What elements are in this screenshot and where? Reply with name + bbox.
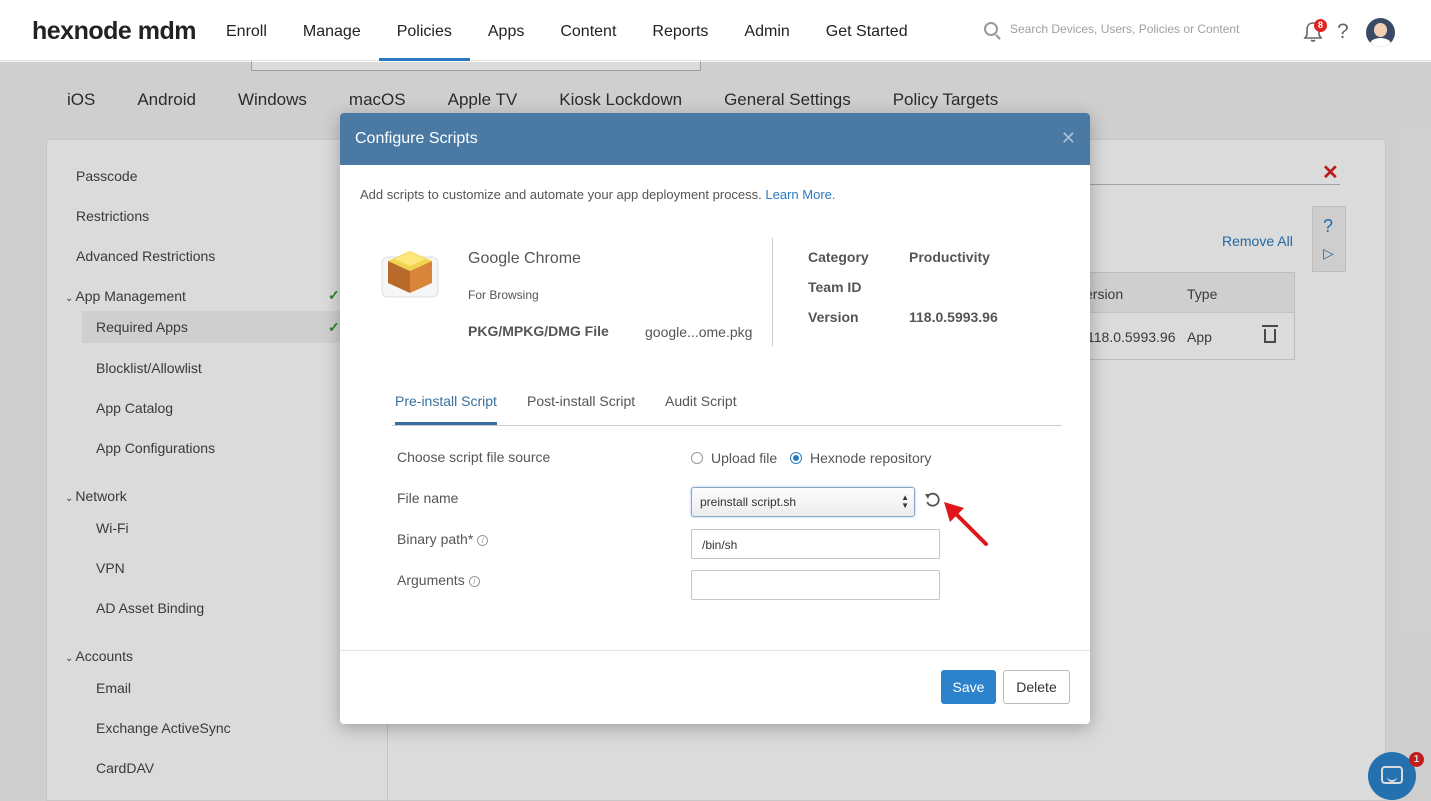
nav-admin[interactable]: Admin	[726, 0, 807, 61]
search-placeholder[interactable]: Search Devices, Users, Policies or Conte…	[1010, 22, 1239, 36]
modal-footer-divider	[340, 650, 1090, 651]
version-label: Version	[808, 309, 859, 325]
intro-text: Add scripts to customize and automate yo…	[360, 187, 762, 202]
arguments-input[interactable]	[691, 570, 940, 600]
upload-file-radio[interactable]	[691, 452, 703, 464]
info-icon[interactable]: i	[477, 535, 489, 546]
info-icon[interactable]: i	[468, 576, 480, 587]
pkg-file-label: PKG/MPKG/DMG File	[468, 323, 609, 339]
nav-content[interactable]: Content	[542, 0, 634, 61]
script-tabs: Pre-install Script Post-install Script A…	[392, 381, 1062, 426]
version-value: 118.0.5993.96	[909, 309, 998, 325]
hexnode-logo[interactable]: hexnode mdm	[32, 17, 196, 46]
arguments-text: Arguments	[397, 572, 465, 588]
user-avatar[interactable]	[1366, 18, 1395, 47]
select-arrows-icon: ▲ ▼	[901, 493, 909, 510]
file-name-select[interactable]: preinstall script.sh ▲ ▼	[691, 487, 915, 517]
modal-header: Configure Scripts ✕	[340, 113, 1090, 165]
global-search[interactable]: Search Devices, Users, Policies or Conte…	[984, 22, 1239, 36]
close-icon[interactable]: ✕	[1061, 128, 1076, 149]
tab-post-install-script[interactable]: Post-install Script	[527, 393, 635, 422]
binary-path-label: Binary path* i	[397, 531, 489, 547]
team-id-label: Team ID	[808, 279, 862, 295]
pkg-file-value: google...ome.pkg	[645, 324, 753, 340]
binary-path-input[interactable]: /bin/sh	[691, 529, 940, 559]
main-nav: Enroll Manage Policies Apps Content Repo…	[208, 0, 926, 61]
notification-count-badge: 8	[1314, 19, 1327, 32]
package-icon	[381, 251, 439, 298]
source-label: Choose script file source	[397, 449, 551, 465]
tab-pre-install-script[interactable]: Pre-install Script	[395, 393, 497, 425]
modal-title: Configure Scripts	[355, 130, 478, 147]
category-value: Productivity	[909, 249, 990, 265]
hexnode-repository-radio[interactable]	[790, 452, 802, 464]
nav-reports[interactable]: Reports	[634, 0, 726, 61]
search-icon	[984, 22, 998, 36]
nav-get-started[interactable]: Get Started	[808, 0, 926, 61]
save-button[interactable]: Save	[941, 670, 996, 704]
modal-intro: Add scripts to customize and automate yo…	[360, 187, 836, 202]
hexnode-repository-label[interactable]: Hexnode repository	[810, 450, 931, 466]
upload-file-label[interactable]: Upload file	[711, 450, 777, 466]
category-label: Category	[808, 249, 869, 265]
file-name-label: File name	[397, 490, 459, 506]
nav-enroll[interactable]: Enroll	[208, 0, 285, 61]
binary-path-value: /bin/sh	[702, 538, 738, 552]
help-icon[interactable]: ?	[1337, 20, 1349, 44]
annotation-arrow-icon	[944, 502, 988, 546]
tab-audit-script[interactable]: Audit Script	[665, 393, 737, 422]
arguments-label: Arguments i	[397, 572, 480, 588]
nav-apps[interactable]: Apps	[470, 0, 542, 61]
binary-path-text: Binary path*	[397, 531, 474, 547]
delete-button[interactable]: Delete	[1003, 670, 1070, 704]
configure-scripts-modal: Configure Scripts ✕ Add scripts to custo…	[340, 113, 1090, 724]
nav-manage[interactable]: Manage	[285, 0, 379, 61]
top-navbar: hexnode mdm Enroll Manage Policies Apps …	[0, 0, 1431, 61]
file-name-selected: preinstall script.sh	[700, 495, 797, 509]
learn-more-link[interactable]: Learn More.	[765, 187, 835, 202]
app-subtitle: For Browsing	[468, 288, 539, 302]
app-name: Google Chrome	[468, 250, 581, 267]
nav-policies[interactable]: Policies	[378, 0, 470, 61]
notifications-bell[interactable]: 8	[1302, 19, 1327, 43]
divider	[772, 238, 773, 346]
